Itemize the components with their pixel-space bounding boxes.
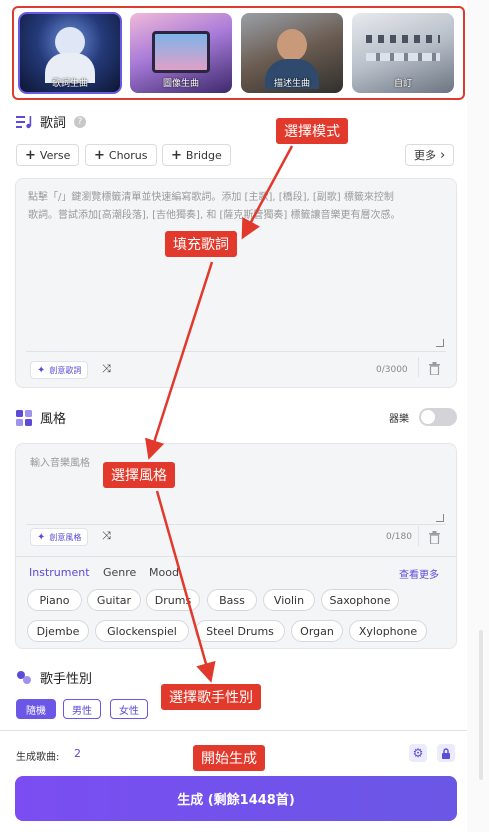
tag-bass[interactable]: Bass: [207, 589, 257, 611]
gender-header: 歌手性別: [16, 668, 92, 687]
tag-organ[interactable]: Organ: [291, 620, 343, 642]
mode-image-to-song[interactable]: 圖像生曲: [130, 13, 232, 93]
chevron-right-icon: ›: [440, 147, 446, 163]
mode-custom[interactable]: 自訂: [352, 13, 454, 93]
gen-count-value[interactable]: 2: [74, 747, 81, 760]
tag-djembe[interactable]: Djembe: [27, 620, 89, 642]
see-more-link[interactable]: 查看更多: [399, 566, 439, 581]
chip-label: Bridge: [185, 148, 222, 162]
trash-icon[interactable]: [429, 531, 440, 544]
gen-count-label: 生成歌曲:: [16, 752, 60, 763]
trash-icon[interactable]: [429, 362, 440, 375]
divider: [418, 357, 419, 377]
style-input[interactable]: 輸入音樂風格: [30, 455, 90, 473]
tag-piano[interactable]: Piano: [27, 589, 82, 611]
scrollbar-thumb[interactable]: [479, 630, 483, 780]
style-title: 風格: [40, 412, 67, 427]
resize-handle[interactable]: [436, 339, 444, 347]
lock-icon[interactable]: [437, 744, 455, 762]
more-tags-button[interactable]: 更多 ›: [405, 144, 455, 166]
ai-label: 創意風格: [49, 532, 82, 542]
chip-label: Chorus: [108, 148, 148, 162]
plus-icon: +: [25, 147, 36, 163]
add-verse-button[interactable]: + Verse: [16, 144, 80, 166]
tab-mood[interactable]: Mood: [149, 566, 179, 579]
more-label: 更多: [414, 149, 436, 162]
instrumental-toggle[interactable]: [419, 408, 457, 426]
gender-title: 歌手性別: [40, 672, 93, 687]
tablet-image: [152, 31, 210, 73]
gender-female[interactable]: 女性: [110, 699, 148, 719]
shuffle-icon[interactable]: ⤨: [102, 529, 111, 543]
person-head: [277, 29, 307, 61]
placeholder-line: 歌詞。嘗試添加[高潮段落], [吉他獨奏], 和 [薩克斯管獨奏] 標籤讓音樂更…: [28, 210, 401, 221]
sparkle-icon: ✦: [37, 531, 46, 543]
style-panel: 輸入音樂風格 ✦ 創意風格 ⤨ 0/180 Instrument Genre M…: [15, 443, 457, 649]
tag-violin[interactable]: Violin: [263, 589, 315, 611]
tab-instrument[interactable]: Instrument: [29, 566, 90, 579]
creative-lyrics-button[interactable]: ✦ 創意歌詞: [30, 361, 89, 379]
annotation-start-generate: 開始生成: [193, 745, 265, 771]
mixer-faders: [366, 53, 440, 61]
divider: [26, 524, 446, 525]
mode-selector: 歌詞生曲 圖像生曲 描述生曲 自訂: [12, 6, 465, 100]
tab-genre[interactable]: Genre: [103, 566, 136, 579]
generate-label: 生成 (剩餘1448首): [177, 793, 295, 808]
creative-style-button[interactable]: ✦ 創意風格: [30, 528, 89, 546]
lyrics-title: 歌詞: [40, 116, 67, 131]
mode-label: 歌詞生曲: [51, 79, 88, 89]
style-icon: [16, 409, 32, 426]
placeholder-line: 點擊「/」鍵瀏覽標籤清單並快速編寫歌詞。添加 [主歌], [橋段], [副歌] …: [28, 192, 394, 203]
tag-drums[interactable]: Drums: [146, 589, 200, 611]
resize-handle[interactable]: [436, 514, 444, 522]
help-icon[interactable]: ?: [74, 115, 87, 128]
gender-random[interactable]: 隨機: [16, 699, 56, 719]
settings-gear-icon[interactable]: ⚙: [409, 744, 427, 762]
divider: [16, 556, 456, 557]
mode-label: 圖像生曲: [162, 79, 199, 89]
mode-lyrics-to-song[interactable]: 歌詞生曲: [18, 12, 122, 94]
plus-icon: +: [94, 147, 105, 163]
instrumental-label: 器樂: [389, 414, 409, 425]
annotation-fill-lyrics: 填充歌詞: [165, 231, 237, 257]
generate-button[interactable]: 生成 (剩餘1448首): [15, 776, 457, 821]
annotation-select-gender: 選擇歌手性別: [161, 684, 261, 710]
scrollbar-track[interactable]: [467, 0, 489, 832]
tag-xylophone[interactable]: Xylophone: [349, 620, 427, 642]
lyrics-header: 歌詞 ?: [16, 112, 87, 131]
mode-description-to-song[interactable]: 描述生曲: [241, 13, 343, 93]
divider: [26, 351, 446, 352]
style-header: 風格: [16, 408, 66, 427]
lyrics-textarea[interactable]: 點擊「/」鍵瀏覽標籤清單並快速編寫歌詞。添加 [主歌], [橋段], [副歌] …: [15, 178, 457, 388]
gender-icon: [17, 670, 31, 684]
tag-guitar[interactable]: Guitar: [87, 589, 141, 611]
lyrics-icon: [16, 115, 32, 128]
gender-male[interactable]: 男性: [63, 699, 101, 719]
plus-icon: +: [171, 147, 182, 163]
add-bridge-button[interactable]: + Bridge: [162, 144, 231, 166]
annotation-select-mode: 選擇模式: [276, 118, 348, 144]
tag-saxophone[interactable]: Saxophone: [321, 589, 399, 611]
add-chorus-button[interactable]: + Chorus: [85, 144, 157, 166]
tag-steel-drums[interactable]: Steel Drums: [195, 620, 285, 642]
mode-label: 自訂: [393, 79, 412, 89]
lyrics-placeholder: 點擊「/」鍵瀏覽標籤清單並快速編寫歌詞。添加 [主歌], [橋段], [副歌] …: [28, 189, 448, 225]
divider: [418, 526, 419, 546]
tag-glockenspiel[interactable]: Glockenspiel: [95, 620, 189, 642]
annotation-select-style: 選擇風格: [103, 462, 175, 488]
footer-divider: [0, 730, 467, 731]
style-counter: 0/180: [386, 532, 412, 542]
mixer-knobs: [366, 35, 440, 43]
lyrics-counter: 0/3000: [376, 365, 408, 375]
chip-label: Verse: [39, 148, 71, 162]
sparkle-icon: ✦: [37, 364, 46, 376]
ai-label: 創意歌詞: [49, 365, 82, 375]
mode-label: 描述生曲: [273, 79, 310, 89]
shuffle-icon[interactable]: ⤨: [102, 362, 111, 376]
